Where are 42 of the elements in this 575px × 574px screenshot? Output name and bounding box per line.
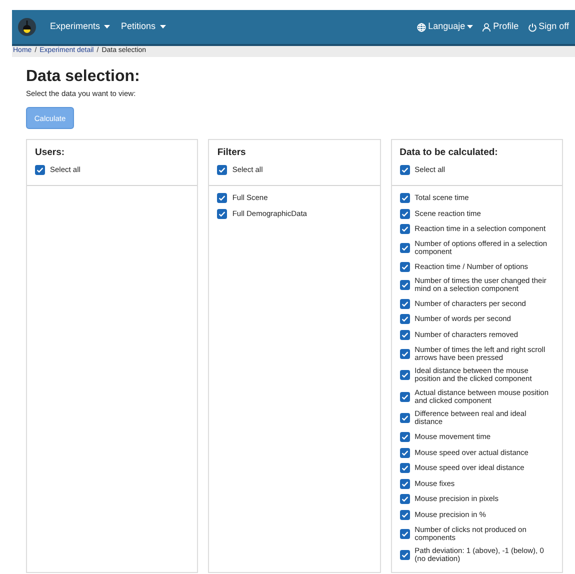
nav-link[interactable]: Profile [482, 20, 519, 34]
checkbox[interactable] [400, 478, 410, 489]
checkbox[interactable] [400, 432, 410, 442]
power-icon [528, 22, 537, 32]
nav-link[interactable]: Sign off [528, 20, 569, 34]
checkbox[interactable] [400, 510, 410, 520]
checkbox[interactable] [400, 280, 410, 290]
logo-icon [18, 18, 36, 36]
checkbox[interactable] [400, 314, 410, 324]
checkbox[interactable] [400, 193, 410, 204]
checkbox[interactable] [400, 224, 410, 234]
checkbox[interactable] [35, 164, 45, 174]
checkbox[interactable] [400, 448, 410, 458]
nav-menu[interactable]: Petitions [121, 20, 166, 34]
panel-title: Filters [217, 146, 247, 160]
checkbox[interactable] [400, 243, 410, 254]
checkbox[interactable] [217, 164, 228, 174]
checkbox[interactable] [400, 330, 410, 340]
language-menu[interactable]: Languaje [417, 20, 474, 34]
checkbox[interactable] [400, 348, 410, 359]
checkbox[interactable] [400, 164, 410, 174]
page-heading: Data selection: [26, 67, 141, 87]
nav-menu[interactable]: Experiments [50, 20, 110, 34]
person-icon [482, 22, 492, 32]
checkbox[interactable] [400, 392, 410, 402]
checkbox[interactable] [400, 463, 410, 474]
checkbox[interactable] [400, 413, 410, 424]
checkbox[interactable] [400, 298, 410, 309]
panel-title: Users: [35, 146, 66, 160]
checkbox[interactable] [400, 208, 410, 219]
panel-title: Data to be calculated: [400, 146, 499, 160]
globe-icon [417, 22, 426, 32]
checkbox[interactable] [400, 528, 410, 539]
caret-icon [160, 25, 166, 29]
caret-icon [104, 25, 110, 29]
checkbox[interactable] [400, 494, 410, 504]
checkbox[interactable] [400, 262, 410, 272]
checkbox[interactable] [400, 550, 410, 560]
caret-icon [467, 25, 474, 29]
checkbox[interactable] [217, 193, 228, 204]
checkbox[interactable] [400, 370, 410, 380]
checkbox[interactable] [217, 208, 228, 219]
